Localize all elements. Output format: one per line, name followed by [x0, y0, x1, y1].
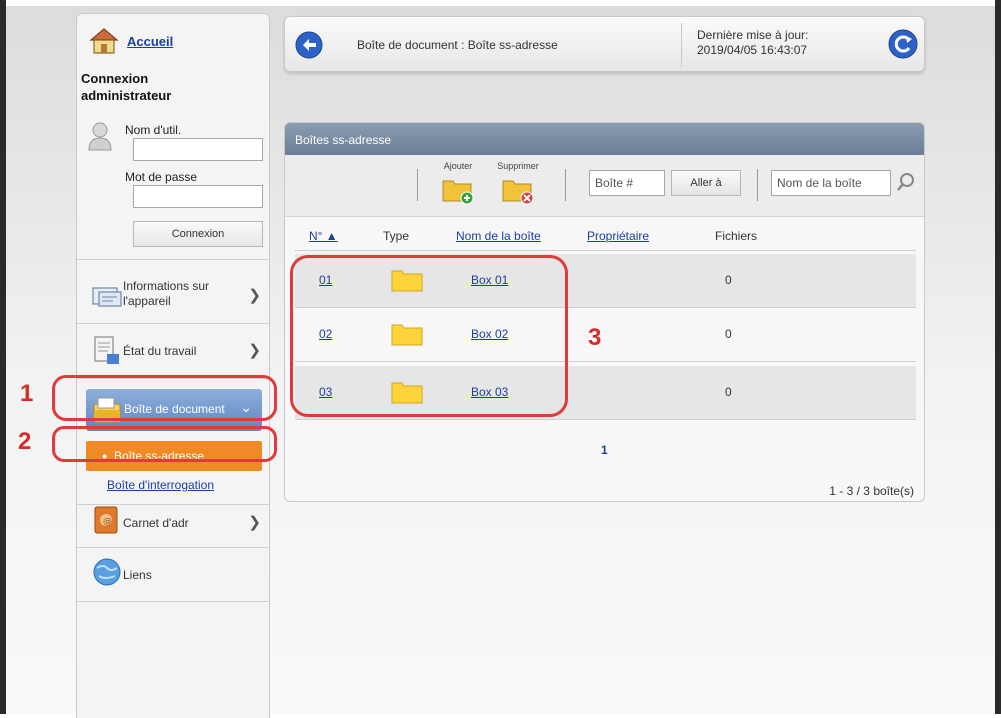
device-info-line1: Informations sur [123, 279, 210, 293]
device-info-line2: l'appareil [123, 294, 171, 308]
callout-ring-1 [52, 375, 277, 421]
sidebar-item-links[interactable]: Liens [77, 547, 269, 601]
sidebar-item-device-info[interactable]: Informations sur l'appareil ❯ [77, 269, 269, 323]
column-header-files: Fichiers [715, 229, 758, 243]
job-status-icon [94, 336, 119, 364]
sidebar-item-job-status-label: État du travail [123, 344, 197, 358]
column-header-box-name[interactable]: Nom de la boîte [456, 229, 541, 243]
home-row[interactable]: Accueil [89, 26, 173, 56]
sidebar-divider [77, 601, 269, 602]
admin-title-line2: administrateur [81, 88, 172, 103]
device-info-icon [92, 287, 122, 307]
panel-title: Boîtes ss-adresse [285, 123, 924, 155]
header-divider [295, 250, 916, 251]
box-number-input[interactable]: Boîte # [589, 170, 665, 196]
sidebar-item-device-info-label: Informations sur l'appareil [123, 279, 209, 309]
toolbar-divider [757, 169, 758, 201]
right-edge [995, 0, 1001, 718]
callout-ring-2 [52, 426, 277, 462]
svg-text:@: @ [103, 517, 112, 527]
admin-login-title: Connexion administrateur [81, 70, 171, 104]
box-name-search-input[interactable]: Nom de la boîte [771, 170, 891, 196]
column-header-type: Type [383, 229, 410, 243]
sidebar-subitem-polling-box[interactable]: Boîte d'interrogation [107, 478, 214, 492]
left-edge [0, 0, 6, 718]
username-label: Nom d'util. [125, 123, 182, 137]
back-arrow-icon[interactable] [295, 31, 323, 59]
screen: Accueil Connexion administrateur Nom d'u… [0, 0, 1001, 718]
chevron-right-icon: ❯ [248, 514, 261, 531]
globe-icon [93, 558, 121, 586]
delete-folder-icon [502, 180, 534, 205]
sidebar-item-address-book[interactable]: @ Carnet d'adr ❯ [77, 492, 269, 546]
file-count: 0 [725, 273, 732, 287]
sidebar-item-links-label: Liens [123, 568, 152, 582]
password-label: Mot de passe [125, 170, 198, 184]
column-header-owner[interactable]: Propriétaire [587, 229, 649, 243]
add-folder-icon [442, 180, 474, 205]
header-bar: Boîte de document : Boîte ss-adresse Der… [284, 16, 925, 72]
username-input[interactable] [133, 138, 263, 161]
chevron-right-icon: ❯ [248, 342, 261, 359]
callout-ring-3 [290, 255, 568, 417]
delete-button-label: Supprimer [497, 161, 539, 171]
column-header-number[interactable]: N° ▲ [309, 229, 338, 243]
file-count: 0 [725, 385, 732, 399]
callout-number-1: 1 [20, 380, 34, 407]
address-book-icon: @ [94, 506, 118, 534]
sidebar-divider [77, 259, 269, 260]
add-button[interactable]: Ajouter [433, 161, 483, 213]
toolbar-divider [417, 169, 418, 201]
toolbar: Ajouter Supprimer Boîte # Aller à Nom de… [285, 155, 924, 217]
page-number[interactable]: 1 [601, 443, 608, 457]
last-update-label: Dernière mise à jour: [697, 28, 809, 42]
admin-title-line1: Connexion [81, 71, 149, 86]
login-button[interactable]: Connexion [133, 221, 263, 247]
add-button-label: Ajouter [443, 161, 473, 171]
home-link[interactable]: Accueil [127, 34, 173, 49]
callout-number-2: 2 [18, 428, 32, 455]
refresh-icon[interactable] [888, 29, 918, 59]
sidebar: Accueil Connexion administrateur Nom d'u… [76, 13, 270, 718]
breadcrumb: Boîte de document : Boîte ss-adresse [357, 38, 558, 52]
last-update-value: 2019/04/05 16:43:07 [697, 43, 808, 57]
header-divider [681, 23, 682, 67]
goto-button[interactable]: Aller à [671, 170, 741, 196]
box-count: 1 - 3 / 3 boîte(s) [829, 484, 914, 498]
callout-number-3: 3 [588, 324, 602, 351]
sidebar-item-address-book-label: Carnet d'adr [123, 516, 189, 530]
file-count: 0 [725, 327, 732, 341]
last-update: Dernière mise à jour: 2019/04/05 16:43:0… [697, 28, 808, 58]
top-edge [0, 0, 1001, 6]
search-icon[interactable] [895, 171, 917, 193]
delete-button[interactable]: Supprimer [493, 161, 543, 213]
sidebar-item-job-status[interactable]: État du travail ❯ [77, 324, 269, 378]
chevron-right-icon: ❯ [248, 287, 261, 304]
toolbar-divider [565, 169, 566, 201]
home-icon[interactable] [89, 26, 119, 56]
password-input[interactable] [133, 185, 263, 208]
user-icon [88, 122, 112, 151]
